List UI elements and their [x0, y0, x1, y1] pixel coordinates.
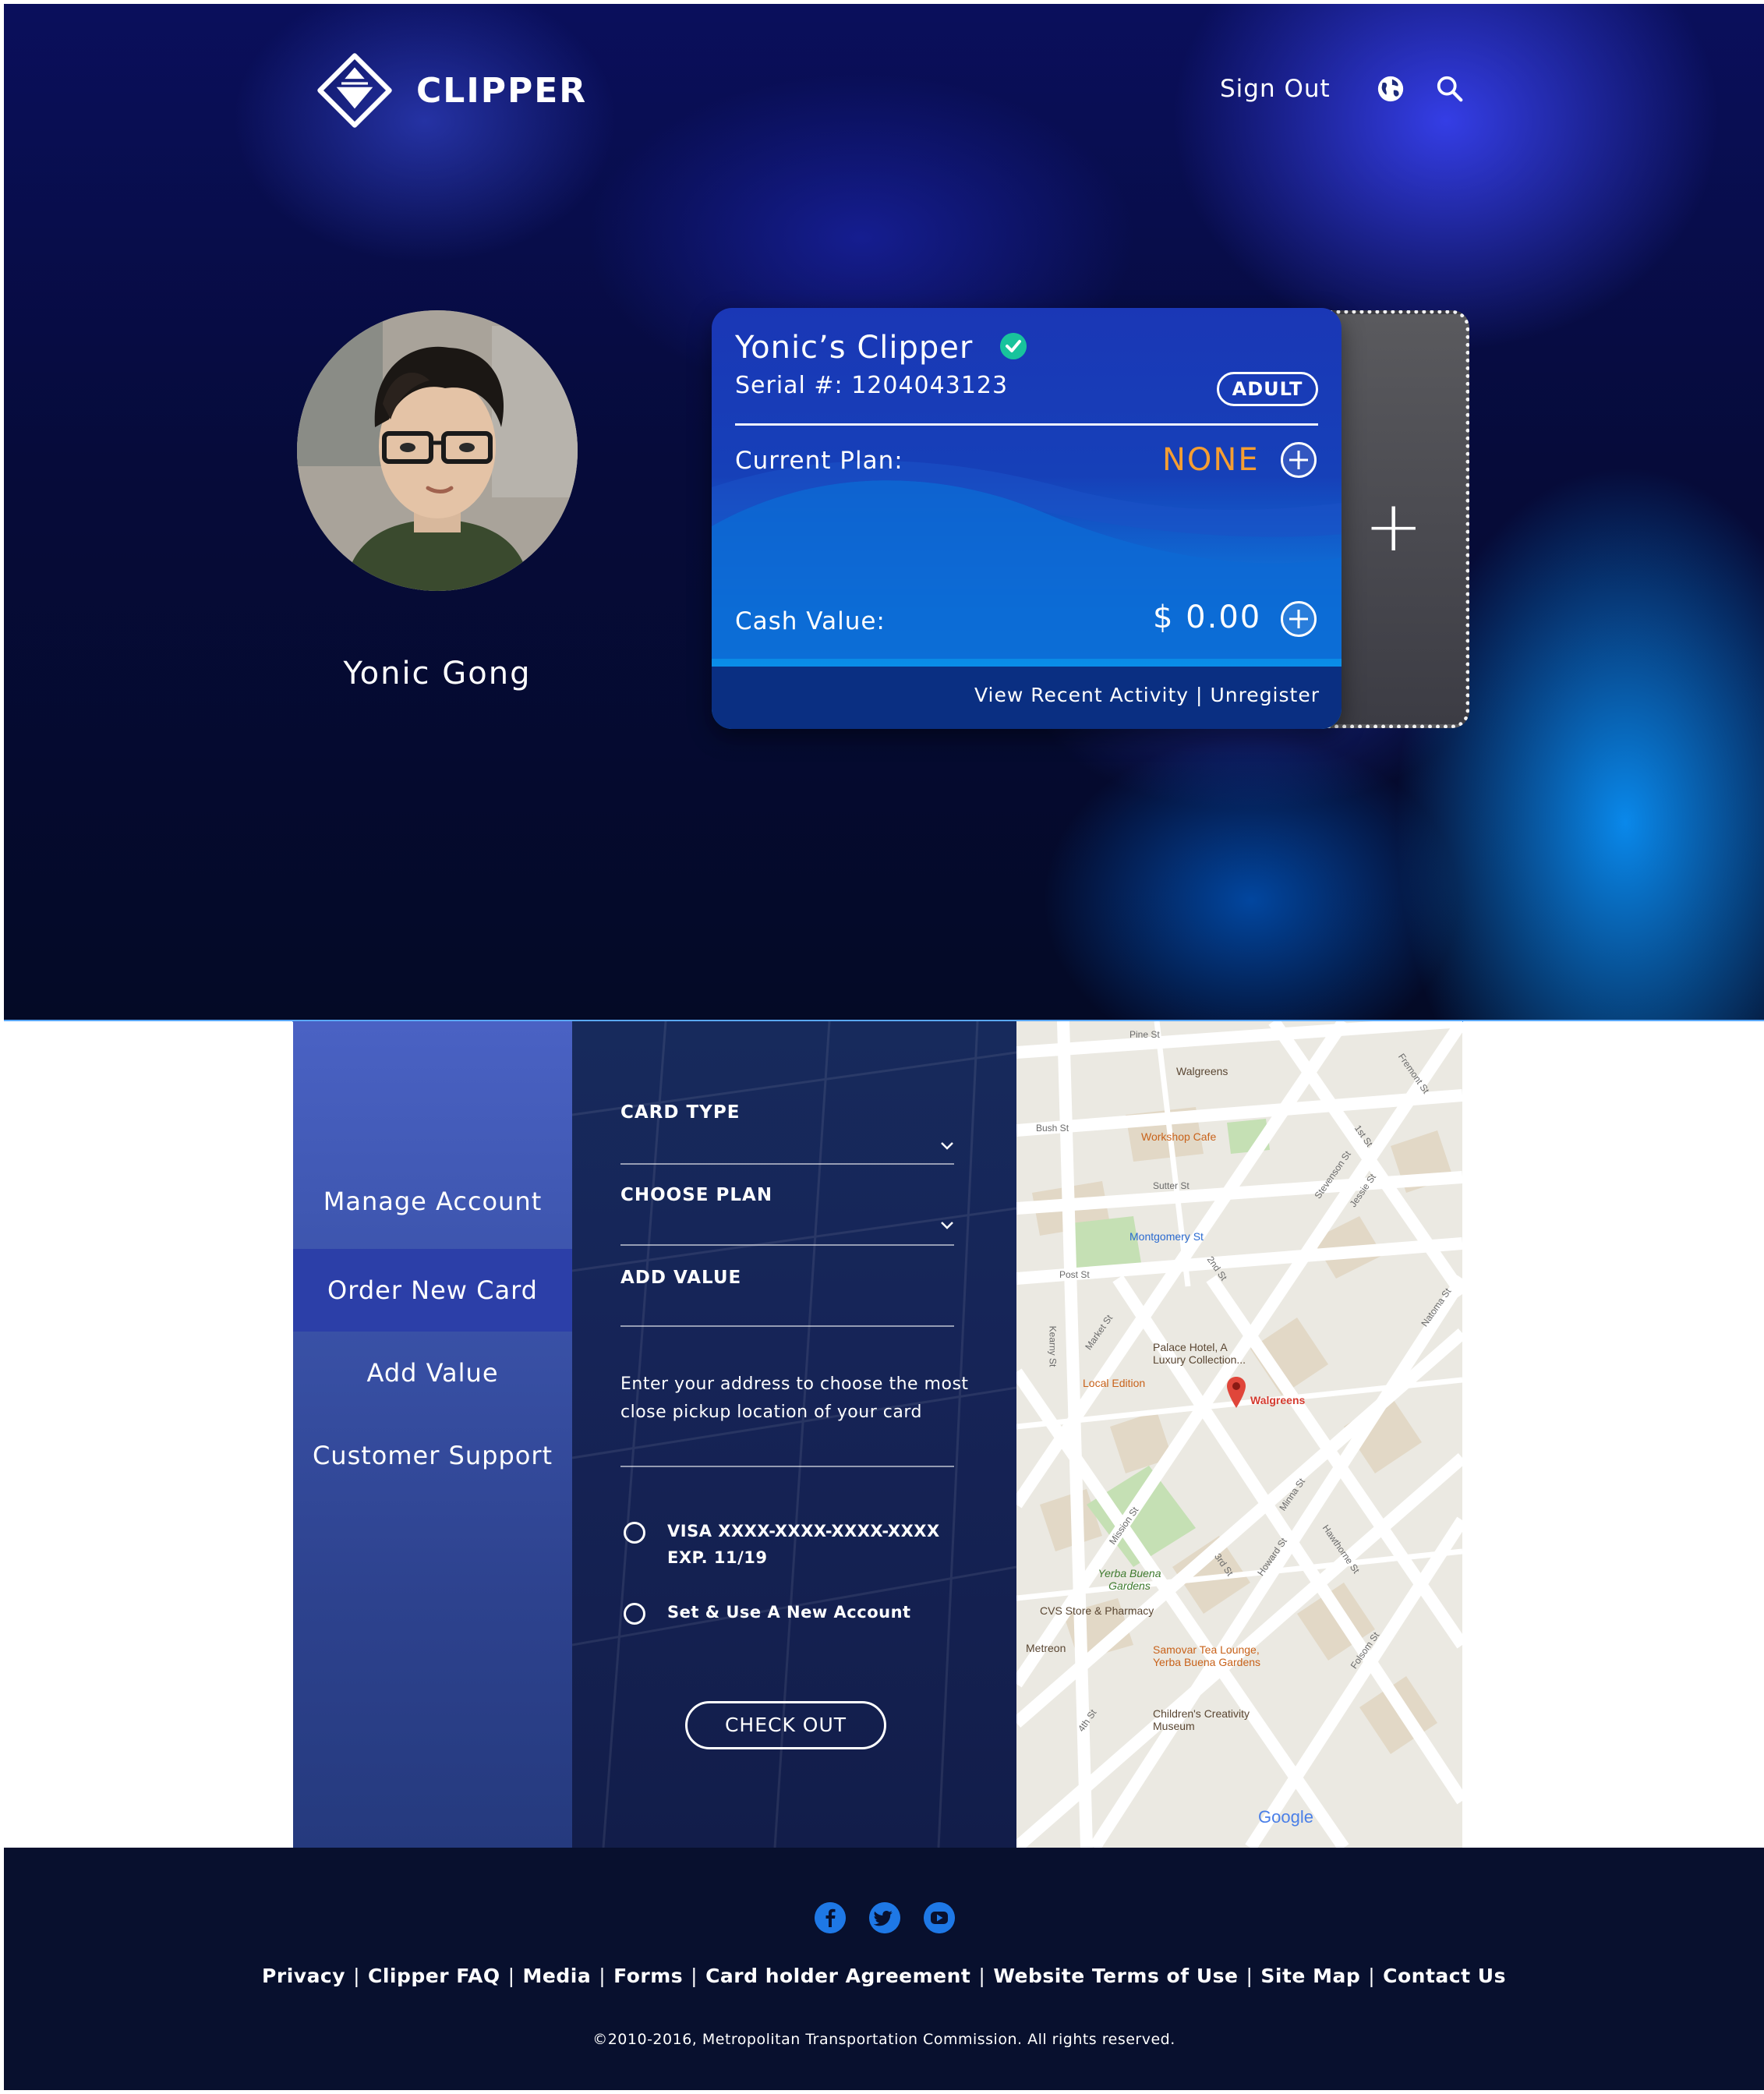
- footer-link-media[interactable]: Media: [523, 1965, 592, 1987]
- address-input[interactable]: [620, 1427, 954, 1466]
- add-plan-button[interactable]: [1281, 442, 1317, 478]
- card-type-select[interactable]: [620, 1123, 954, 1162]
- map-street-label: Post St: [1059, 1269, 1090, 1280]
- page-margin-right: [1463, 1021, 1764, 1848]
- add-cash-button[interactable]: [1281, 601, 1317, 637]
- sidebar-item-customer-support[interactable]: Customer Support: [293, 1414, 572, 1497]
- map-street-label: Bush St: [1036, 1123, 1069, 1134]
- map-street-label: Kearny St: [1047, 1325, 1059, 1367]
- add-card-plus[interactable]: +: [1364, 492, 1423, 562]
- order-card-form: CARD TYPE CHOOSE PLAN ADD VALUE Enter yo…: [572, 1021, 1016, 1848]
- map-place-metreon[interactable]: Metreon: [1026, 1642, 1066, 1654]
- header-nav: Sign Out: [1220, 74, 1494, 104]
- clipper-logo-icon: [317, 53, 392, 128]
- address-underline: [620, 1466, 954, 1467]
- youtube-icon[interactable]: [924, 1902, 955, 1933]
- fare-category-badge[interactable]: ADULT: [1217, 372, 1318, 406]
- clipper-card: Yonic’s Clipper Serial #: 1204043123 ADU…: [712, 308, 1342, 729]
- cash-value-amount: $ 0.00: [1153, 600, 1262, 635]
- footer-link-card-holder-agreement[interactable]: Card holder Agreement: [705, 1965, 970, 1987]
- avatar[interactable]: [297, 310, 578, 591]
- footer-link-clipper-faq[interactable]: Clipper FAQ: [368, 1965, 500, 1987]
- user-name: Yonic Gong: [343, 656, 532, 692]
- choose-plan-select[interactable]: [620, 1204, 954, 1243]
- sidebar-item-order-new-card[interactable]: Order New Card: [293, 1249, 572, 1332]
- map-place-cvs[interactable]: CVS Store & Pharmacy: [1040, 1604, 1154, 1617]
- map-place-walgreens[interactable]: Walgreens: [1176, 1065, 1228, 1077]
- cash-value-label: Cash Value:: [735, 607, 886, 635]
- map-place-childrens-museum[interactable]: Children's Creativity Museum: [1153, 1707, 1270, 1732]
- card-type-label: CARD TYPE: [620, 1102, 741, 1123]
- payment-option-visa-number[interactable]: VISA XXXX-XXXX-XXXX-XXXX: [667, 1517, 940, 1545]
- map-pin-icon[interactable]: [1227, 1377, 1246, 1408]
- clipper-logo[interactable]: CLIPPER: [313, 49, 587, 132]
- footer-link-contact-us[interactable]: Contact Us: [1383, 1965, 1506, 1987]
- choose-plan-underline: [620, 1244, 954, 1246]
- avatar-photo: [297, 310, 578, 591]
- search-icon[interactable]: [1435, 74, 1465, 104]
- twitter-icon[interactable]: [869, 1902, 900, 1933]
- map-street-label: Pine St: [1129, 1029, 1160, 1040]
- account-sidebar: Manage Account Order New Card Add Value …: [293, 1021, 572, 1848]
- payment-option-new-account-label[interactable]: Set & Use A New Account: [667, 1598, 911, 1626]
- map-place-palace-hotel[interactable]: Palace Hotel, A Luxury Collection...: [1153, 1341, 1262, 1366]
- card-links: View Recent Activity | Unregister: [974, 684, 1320, 706]
- logo-wordmark: CLIPPER: [416, 70, 588, 111]
- payment-option-visa-expiry: EXP. 11/19: [667, 1548, 768, 1567]
- page-margin-left: [4, 1021, 292, 1848]
- google-wordmark: Google: [1258, 1807, 1313, 1827]
- add-value-underline: [620, 1325, 954, 1327]
- card-type-underline: [620, 1163, 954, 1165]
- footer-link-forms[interactable]: Forms: [613, 1965, 683, 1987]
- payment-option-visa-radio[interactable]: [624, 1522, 645, 1544]
- sidebar-item-add-value[interactable]: Add Value: [293, 1332, 572, 1414]
- payment-option-new-account-radio[interactable]: [624, 1603, 645, 1625]
- site-footer: Privacy | Clipper FAQ | Media | Forms | Card hol…: [4, 1848, 1764, 2090]
- map-street-label: Sutter St: [1153, 1180, 1190, 1191]
- copyright-text: ©2010-2016, Metropolitan Transportation …: [592, 2031, 1175, 2048]
- address-instructions: Enter your address to choose the most cl…: [620, 1374, 969, 1422]
- card-serial-number: Serial #: 1204043123: [735, 372, 1009, 399]
- current-plan-label: Current Plan:: [735, 447, 903, 475]
- unregister-link[interactable]: Unregister: [1210, 684, 1320, 706]
- footer-link-privacy[interactable]: Privacy: [262, 1965, 345, 1987]
- checkout-button[interactable]: CHECK OUT: [685, 1701, 886, 1749]
- chevron-down-icon[interactable]: [939, 1137, 956, 1154]
- sidebar-item-manage-account[interactable]: Manage Account: [293, 1160, 572, 1243]
- add-value-input[interactable]: [620, 1286, 954, 1325]
- card-footer: View Recent Activity | Unregister: [712, 667, 1342, 729]
- social-links: [815, 1902, 955, 1933]
- footer-link-terms-of-use[interactable]: Website Terms of Use: [993, 1965, 1238, 1987]
- globe-icon[interactable]: [1376, 74, 1405, 104]
- card-title: Yonic’s Clipper: [735, 330, 974, 366]
- chevron-down-icon[interactable]: [939, 1216, 956, 1233]
- verified-check-icon: [1000, 333, 1027, 359]
- add-value-label: ADD VALUE: [620, 1268, 742, 1288]
- view-recent-activity-link[interactable]: View Recent Activity: [974, 684, 1189, 706]
- footer-links: Privacy | Clipper FAQ | Media | Forms | Card hol…: [262, 1965, 1506, 1987]
- current-plan-value: NONE: [1162, 442, 1260, 478]
- map-place-samovar[interactable]: Samovar Tea Lounge, Yerba Buena Gardens: [1153, 1643, 1285, 1668]
- hero-banner: CLIPPER Sign Out Yonic Gong + Yonic’s Cl…: [4, 4, 1764, 1021]
- map-place-walgreens-selected[interactable]: Walgreens: [1250, 1394, 1305, 1406]
- map-place-yerba-buena[interactable]: Yerba Buena Gardens: [1094, 1567, 1165, 1592]
- facebook-icon[interactable]: [815, 1902, 846, 1933]
- link-separator: |: [1196, 684, 1204, 706]
- google-attribution: Google: [1258, 1807, 1313, 1827]
- pickup-location-map[interactable]: Pine St Bush St Sutter St Post St Market…: [1016, 1021, 1462, 1848]
- map-place-local-edition[interactable]: Local Edition: [1083, 1377, 1145, 1389]
- map-place-workshop-cafe[interactable]: Workshop Cafe: [1141, 1130, 1216, 1143]
- map-place-montgomery-station[interactable]: Montgomery St: [1129, 1230, 1204, 1243]
- footer-link-site-map[interactable]: Site Map: [1260, 1965, 1360, 1987]
- choose-plan-label: CHOOSE PLAN: [620, 1185, 773, 1205]
- sign-out-link[interactable]: Sign Out: [1220, 75, 1331, 103]
- card-divider: [735, 423, 1318, 426]
